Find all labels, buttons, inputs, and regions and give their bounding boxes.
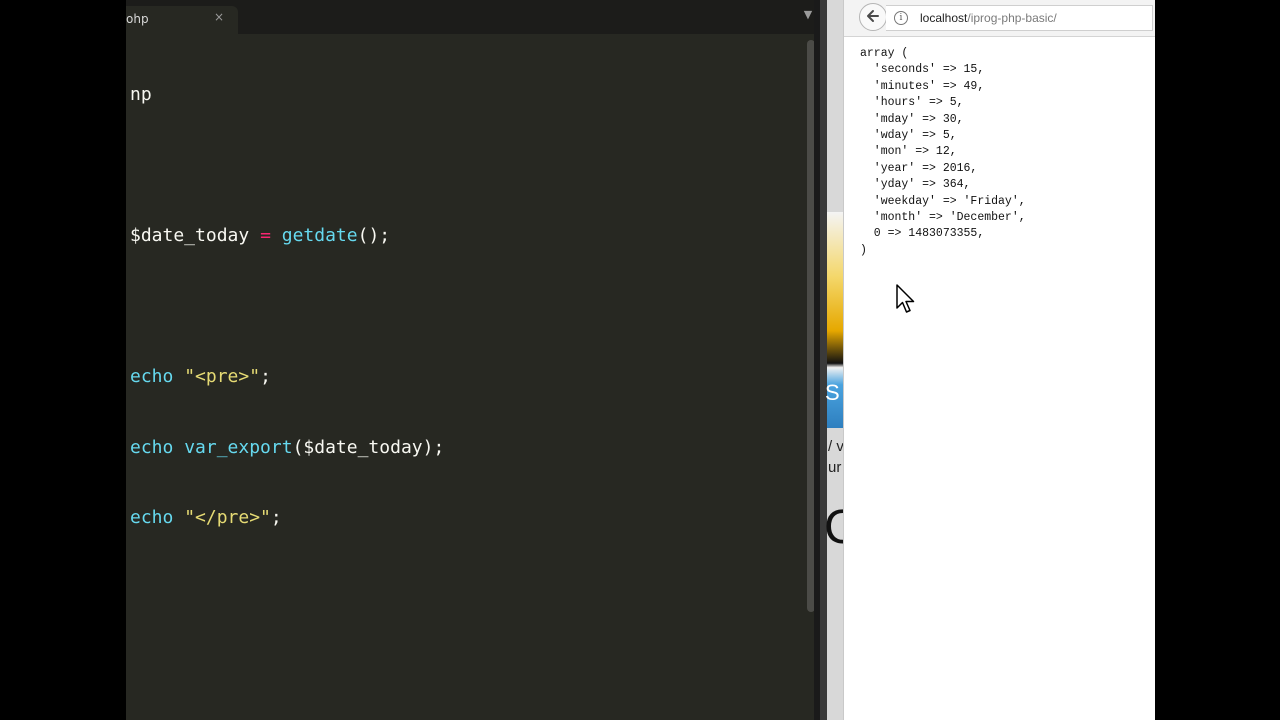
window-edge [820, 0, 827, 720]
code-line-7: echo "</pre>"; [130, 506, 444, 530]
code-token: "<pre>" [184, 366, 261, 387]
tab-close-icon[interactable]: × [212, 10, 226, 24]
editor-tab[interactable]: ohp × [126, 6, 238, 34]
browser-toolbar: i localhost/iprog-php-basic/ [844, 0, 1155, 37]
code-token: (); [357, 225, 391, 246]
code-token: = [260, 225, 271, 246]
code-token: ($date_today); [292, 436, 445, 458]
output-line: 'mon' => 12, [860, 145, 957, 159]
output-line: ) [860, 243, 867, 257]
output-line: array ( [860, 47, 909, 60]
php-output: array ( 'seconds' => 15, 'minutes' => 49… [860, 46, 1026, 259]
background-logo-letter: S [825, 380, 840, 405]
mouse-pointer-icon [896, 284, 915, 313]
code-token: var_export [184, 436, 293, 458]
output-line: 'month' => 'December', [860, 211, 1026, 225]
code-token: echo [130, 436, 174, 458]
browser-window[interactable]: i localhost/iprog-php-basic/ array ( 'se… [843, 0, 1155, 720]
output-line: 'weekday' => 'Friday', [860, 194, 1026, 208]
url-host: localhost [920, 11, 968, 25]
back-arrow-icon [867, 10, 879, 22]
output-line: 'mday' => 30, [860, 112, 964, 126]
background-text: ur [828, 459, 842, 476]
output-line: 0 => 1483073355, [860, 227, 985, 241]
background-text: / v [828, 438, 844, 455]
code-token: echo [130, 507, 174, 528]
tab-menu-icon[interactable]: ▼ [802, 9, 814, 20]
output-line: 'hours' => 5, [860, 96, 964, 110]
code-line-3: $date_today = getdate(); [130, 224, 444, 248]
code-token: echo [130, 366, 174, 387]
address-bar[interactable]: i localhost/iprog-php-basic/ [886, 5, 1153, 31]
output-line: 'minutes' => 49, [860, 79, 985, 93]
back-button[interactable] [859, 3, 887, 31]
code-token: "</pre>" [184, 507, 271, 528]
code-token: np [130, 84, 152, 105]
code-line-1: np [130, 83, 444, 107]
url-text: localhost/iprog-php-basic/ [920, 11, 1057, 25]
code-token: getdate [281, 225, 358, 246]
code-token: $date_today [130, 225, 250, 246]
code-token: ; [260, 366, 271, 387]
code-area[interactable]: np $date_today = getdate(); echo "<pre>"… [130, 36, 444, 577]
output-line: 'seconds' => 15, [860, 63, 985, 77]
code-editor[interactable]: ohp × ▼ np $date_today = getdate(); echo… [126, 0, 820, 720]
code-line-5: echo "<pre>"; [130, 365, 444, 389]
editor-tab-bar: ohp × ▼ [126, 0, 820, 34]
url-path: /iprog-php-basic/ [967, 11, 1057, 25]
output-line: 'yday' => 364, [860, 178, 971, 192]
output-line: 'year' => 2016, [860, 161, 978, 175]
output-line: 'wday' => 5, [860, 129, 957, 143]
editor-tab-title: ohp [126, 12, 149, 26]
info-icon[interactable]: i [894, 11, 908, 25]
code-token: ; [270, 507, 282, 528]
code-line-6: echo var_export($date_today); [130, 436, 444, 460]
